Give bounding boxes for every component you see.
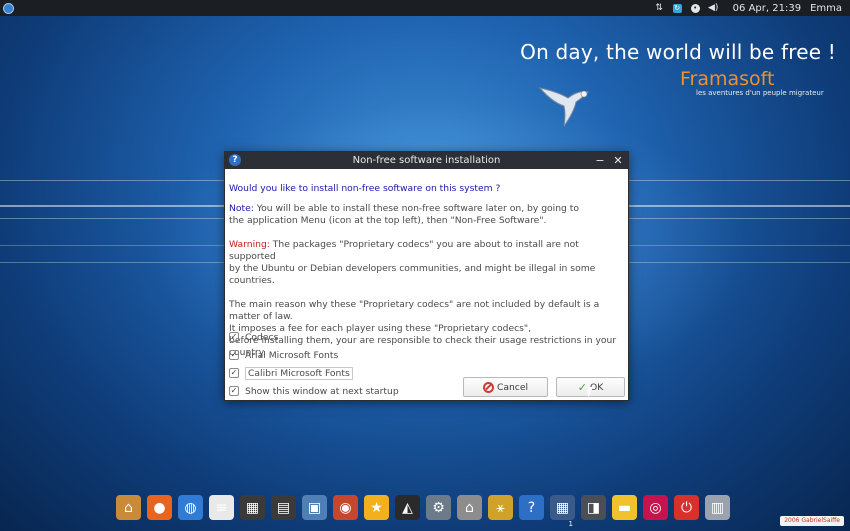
show-at-startup-checkbox-row[interactable]: ✓ Show this window at next startup	[229, 382, 459, 400]
mouse-cursor	[588, 387, 598, 398]
help-icon[interactable]: ?	[519, 495, 544, 520]
software-house-icon[interactable]: ⌂	[457, 495, 482, 520]
calibri-fonts-checkbox[interactable]: ✓	[229, 368, 239, 378]
calibri-fonts-checkbox-row[interactable]: ✓ Calibri Microsoft Fonts	[229, 364, 459, 382]
cancel-button-label: Cancel	[496, 381, 529, 393]
trash-icon[interactable]: ▥	[705, 495, 730, 520]
text-editor-icon[interactable]: ≡	[209, 495, 234, 520]
show-at-startup-checkbox[interactable]: ✓	[229, 386, 239, 396]
checkbox-label: Codecs	[245, 331, 279, 343]
clock[interactable]: 06 Apr, 21:39	[733, 3, 801, 14]
network-arrows-icon[interactable]: ⇅	[655, 3, 664, 13]
arial-fonts-checkbox[interactable]: ✓	[229, 350, 239, 360]
wallpaper-brand-tagline: les aventures d'un peuple migrateur	[696, 89, 824, 97]
arial-fonts-checkbox-row[interactable]: ✓ Arial Microsoft Fonts	[229, 346, 459, 364]
firefox-icon[interactable]: ●	[147, 495, 172, 520]
window-manager-icon[interactable]: ◨	[581, 495, 606, 520]
nonfree-install-dialog: ? Non-free software installation − ✕ Wou…	[224, 151, 629, 401]
codecs-checkbox-row[interactable]: ✓ Codecs	[229, 328, 459, 346]
video-editor-icon[interactable]: ▦	[240, 495, 265, 520]
favorites-star-icon[interactable]: ★	[364, 495, 389, 520]
close-button[interactable]: ✕	[610, 152, 626, 169]
reason-text: The main reason why these "Proprietary c…	[229, 299, 600, 322]
corner-badge: 2006 GabrielSaiffe	[780, 516, 844, 526]
application-dock: ⌂ ● ◍ ≡ ▦ ▤ ▣ ◉ ★ ◭ ⚙ ⌂ ⚹? ▦ 1 ◨ ▬ ◎ ⏻ ▥	[116, 488, 730, 528]
dialog-question: Would you like to install non-free softw…	[229, 183, 501, 194]
swallow-bird-icon	[538, 87, 590, 127]
distro-logo-icon	[2, 2, 14, 14]
note-label: Note:	[229, 203, 254, 214]
note-text: You will be able to install these non-fr…	[253, 203, 580, 214]
wallpaper-brand: Framasoft	[680, 68, 775, 90]
warning-text: by the Ubuntu or Debian developers commu…	[229, 263, 596, 286]
home-folder-icon[interactable]: ⌂	[116, 495, 141, 520]
cancel-icon	[482, 381, 494, 393]
checkbox-label: Arial Microsoft Fonts	[245, 349, 339, 361]
dialog-titlebar[interactable]: ? Non-free software installation − ✕	[225, 152, 628, 169]
settings-gear-icon[interactable]: ⚙	[426, 495, 451, 520]
checkbox-label: Show this window at next startup	[245, 385, 399, 397]
notes-icon[interactable]: ▬	[612, 495, 637, 520]
tux-linux-icon[interactable]: ◭	[395, 495, 420, 520]
wallpaper-slogan: On day, the world will be free !	[520, 40, 836, 64]
note-text: the application Menu (icon at the top le…	[229, 215, 547, 226]
checkmark-icon: ✓	[577, 380, 587, 394]
power-icon[interactable]: ⏻	[674, 495, 699, 520]
checkbox-label: Calibri Microsoft Fonts	[245, 366, 353, 380]
network-tool-icon[interactable]: ⚹	[488, 495, 513, 520]
media-player-icon[interactable]: ◉	[333, 495, 358, 520]
notification-icon[interactable]: •	[690, 3, 700, 13]
warning-text: The packages "Proprietary codecs" you ar…	[229, 239, 579, 262]
system-tray: ⇅ ↻ • ◀) 06 Apr, 21:39 Emma	[655, 3, 850, 14]
dialog-title: Non-free software installation	[352, 155, 501, 166]
sync-icon[interactable]: ↻	[672, 3, 682, 13]
codecs-checkbox[interactable]: ✓	[229, 332, 239, 342]
application-menu-button[interactable]	[0, 0, 16, 16]
image-viewer-icon[interactable]: ▣	[302, 495, 327, 520]
top-panel: ⇅ ↻ • ◀) 06 Apr, 21:39 Emma	[0, 0, 850, 16]
user-name[interactable]: Emma	[810, 3, 842, 14]
clapperboard-icon[interactable]: ▤	[271, 495, 296, 520]
volume-icon[interactable]: ◀)	[708, 3, 718, 13]
note-paragraph: Note: You will be able to install these …	[229, 203, 624, 227]
workspace-switcher-icon[interactable]: ▦ 1	[550, 495, 575, 528]
warning-paragraph: Warning: The packages "Proprietary codec…	[229, 239, 624, 287]
workspace-number: 1	[568, 520, 573, 528]
minimize-button[interactable]: −	[592, 152, 608, 169]
debian-swirl-icon[interactable]: ◎	[643, 495, 668, 520]
help-icon: ?	[229, 154, 241, 166]
options-checklist: ✓ Codecs ✓ Arial Microsoft Fonts ✓ Calib…	[229, 328, 459, 400]
warning-label: Warning:	[229, 239, 270, 250]
web-browser-icon[interactable]: ◍	[178, 495, 203, 520]
cancel-button[interactable]: Cancel	[463, 377, 548, 397]
